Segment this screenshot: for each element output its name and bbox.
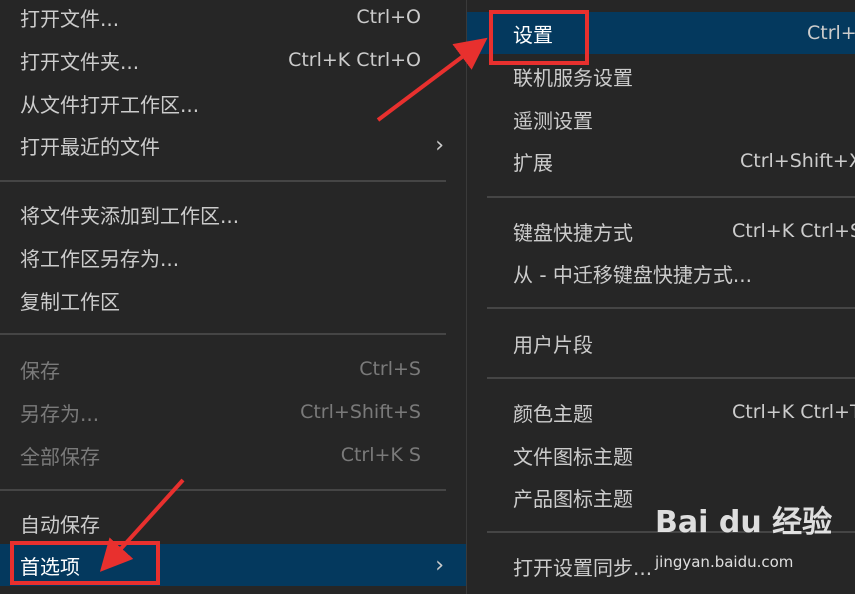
watermark-brand: Bai du 经验 [655,505,833,540]
menu-item-label: 自动保存 [20,512,100,537]
screenshot-stage: 打开文件... Ctrl+O 打开文件夹... Ctrl+K Ctrl+O 从文… [0,0,855,594]
menu-item-label: 遥测设置 [513,108,593,133]
menu-item-open-recent[interactable]: 打开最近的文件 › [0,124,466,166]
menu-item-label: 复制工作区 [20,289,120,314]
menu-item-duplicate-workspace[interactable]: 复制工作区 [0,279,466,321]
menu-item-label: 首选项 [20,554,80,579]
menu-item-label: 从文件打开工作区... [20,92,200,117]
baidu-jingyan-watermark: Bai du 经验 jingyan.baidu.com [655,497,855,577]
menu-item-telemetry-settings[interactable]: 遥测设置 [467,98,855,140]
menu-separator [0,180,446,182]
menu-item-settings[interactable]: 设置 Ctrl+ [467,12,855,54]
menu-item-label: 文件图标主题 [513,444,633,469]
menu-item-shortcut: Ctrl+K Ctrl+T [732,401,855,423]
menu-item-label: 全部保存 [20,444,100,469]
menu-item-shortcut: Ctrl+K Ctrl+S [732,220,855,242]
menu-item-label: 另存为... [20,401,100,426]
menu-item-shortcut: Ctrl+O [356,6,421,28]
menu-item-online-services-settings[interactable]: 联机服务设置 [467,55,855,97]
menu-item-label: 产品图标主题 [513,486,633,511]
menu-item-label: 保存 [20,358,60,383]
menu-item-label: 打开最近的文件 [20,134,160,159]
menu-item-save[interactable]: 保存 Ctrl+S [0,348,466,390]
menu-item-open-workspace-from-file[interactable]: 从文件打开工作区... [0,82,466,124]
menu-item-shortcut: Ctrl+ [807,22,855,44]
menu-separator [487,196,855,198]
menu-item-label: 将工作区另存为... [20,246,180,271]
menu-item-shortcut: Ctrl+Shift+X [740,150,855,172]
menu-item-keyboard-shortcuts[interactable]: 键盘快捷方式 Ctrl+K Ctrl+S [467,210,855,252]
menu-item-add-folder-to-workspace[interactable]: 将文件夹添加到工作区... [0,193,466,235]
menu-item-save-workspace-as[interactable]: 将工作区另存为... [0,236,466,278]
menu-item-color-theme[interactable]: 颜色主题 Ctrl+K Ctrl+T [467,391,855,433]
menu-item-label: 颜色主题 [513,401,593,426]
menu-item-label: 将文件夹添加到工作区... [20,203,240,228]
menu-separator [487,307,855,309]
menu-item-open-file[interactable]: 打开文件... Ctrl+O [0,0,466,38]
menu-separator [0,333,446,335]
watermark-domain: jingyan.baidu.com [655,553,794,571]
menu-item-label: 联机服务设置 [513,65,633,90]
menu-item-auto-save[interactable]: 自动保存 [0,502,466,544]
menu-separator [487,377,855,379]
menu-item-label: 用户片段 [513,332,593,357]
menu-item-label: 打开文件... [20,6,120,31]
menu-item-migrate-keyboard-shortcuts[interactable]: 从 - 中迁移键盘快捷方式... [467,252,855,294]
chevron-right-icon: › [435,132,444,158]
file-menu: 打开文件... Ctrl+O 打开文件夹... Ctrl+K Ctrl+O 从文… [0,0,466,594]
menu-item-label: 设置 [513,22,553,47]
menu-item-file-icon-theme[interactable]: 文件图标主题 [467,434,855,476]
menu-item-shortcut: Ctrl+K S [340,444,421,466]
menu-item-save-as[interactable]: 另存为... Ctrl+Shift+S [0,391,466,433]
menu-item-label: 打开设置同步... [513,555,653,580]
menu-separator [0,489,446,491]
menu-item-shortcut: Ctrl+Shift+S [300,401,421,423]
menu-item-preferences[interactable]: 首选项 › [0,544,466,586]
menu-item-save-all[interactable]: 全部保存 Ctrl+K S [0,434,466,476]
menu-item-label: 打开文件夹... [20,49,140,74]
menu-item-shortcut: Ctrl+S [359,358,421,380]
menu-item-open-folder[interactable]: 打开文件夹... Ctrl+K Ctrl+O [0,39,466,81]
chevron-right-icon: › [435,552,444,578]
menu-item-label: 键盘快捷方式 [513,220,633,245]
menu-item-label: 扩展 [513,150,553,175]
menu-item-user-snippets[interactable]: 用户片段 [467,322,855,364]
menu-item-extensions[interactable]: 扩展 Ctrl+Shift+X [467,140,855,182]
menu-item-label: 从 - 中迁移键盘快捷方式... [513,262,753,287]
menu-item-shortcut: Ctrl+K Ctrl+O [288,49,421,71]
